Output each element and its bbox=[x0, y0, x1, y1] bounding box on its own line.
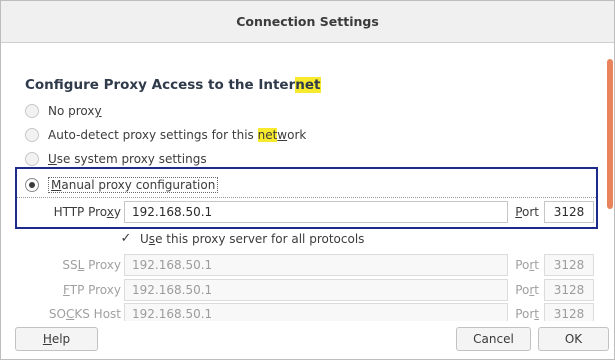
vertical-scrollbar[interactable] bbox=[607, 59, 613, 359]
socks-port-label: Port bbox=[509, 307, 539, 321]
checkbox-label: Use this proxy server for all protocols bbox=[140, 232, 364, 246]
radio-button-selected[interactable] bbox=[25, 178, 39, 192]
label-text: e this proxy server for all protocols bbox=[155, 232, 365, 246]
label-text: KS Host bbox=[74, 307, 121, 321]
scrollbar-thumb[interactable] bbox=[607, 59, 613, 209]
label-text: anual proxy configuration bbox=[61, 178, 216, 192]
label-text: TP Proxy bbox=[69, 283, 121, 297]
mnemonic: U bbox=[48, 152, 57, 166]
ok-button[interactable]: OK bbox=[538, 327, 609, 351]
mnemonic: P bbox=[515, 205, 523, 219]
radio-button[interactable] bbox=[25, 104, 39, 118]
section-title: Configure Proxy Access to the Internet bbox=[25, 77, 321, 93]
search-highlight: net bbox=[295, 77, 321, 93]
help-button[interactable]: Help bbox=[15, 327, 98, 351]
mnemonic: w bbox=[277, 128, 288, 142]
radio-button[interactable] bbox=[25, 152, 39, 166]
mnemonic: M bbox=[51, 178, 62, 192]
radio-label: Auto-detect proxy settings for this netw… bbox=[48, 128, 306, 142]
socks-host-label: SOCKS Host bbox=[41, 307, 121, 321]
label-text: Po bbox=[515, 258, 530, 272]
label-text: se system proxy settings bbox=[56, 152, 207, 166]
cancel-button[interactable]: Cancel bbox=[456, 327, 531, 351]
label-text: Auto-detect proxy settings for this bbox=[48, 128, 258, 142]
label-text: ork bbox=[287, 128, 307, 142]
http-port-input[interactable]: 3128 bbox=[544, 201, 594, 223]
ssl-proxy-label: SSL Proxy bbox=[41, 258, 121, 272]
label-text: t bbox=[534, 283, 539, 297]
search-highlight: net bbox=[257, 128, 278, 142]
label-text: ort bbox=[522, 205, 539, 219]
mnemonic: H bbox=[42, 332, 52, 346]
label-text: elp bbox=[51, 332, 71, 346]
radio-no-proxy[interactable]: No proxy bbox=[25, 101, 102, 121]
radio-label: No proxy bbox=[48, 104, 102, 118]
http-proxy-input[interactable]: 192.168.50.1 bbox=[124, 201, 508, 223]
ftp-port-label: Port bbox=[509, 283, 539, 297]
radio-auto-detect[interactable]: Auto-detect proxy settings for this netw… bbox=[25, 125, 306, 145]
socks-host-input[interactable]: 192.168.50.1 bbox=[124, 303, 508, 321]
radio-manual-proxy[interactable]: Manual proxy configuration bbox=[25, 175, 219, 195]
ssl-port-input[interactable]: 3128 bbox=[544, 254, 594, 276]
section-title-text: Configure Proxy Access to the Inter bbox=[25, 77, 296, 93]
radio-button[interactable] bbox=[25, 128, 39, 142]
label-text: HTTP Pro bbox=[53, 205, 107, 219]
radio-label: Manual proxy configuration bbox=[48, 177, 219, 193]
checkbox-checked-icon[interactable]: ✓ bbox=[119, 232, 133, 246]
label-text: Por bbox=[515, 307, 535, 321]
ssl-port-label: Port bbox=[509, 258, 539, 272]
connection-settings-dialog: Connection Settings Configure Proxy Acce… bbox=[0, 0, 615, 360]
label-text: No prox bbox=[48, 104, 95, 118]
label-text: t bbox=[534, 258, 539, 272]
mnemonic: x bbox=[106, 205, 114, 219]
label-text: SO bbox=[48, 307, 66, 321]
radio-label: Use system proxy settings bbox=[48, 152, 207, 166]
http-proxy-label: HTTP Proxy bbox=[41, 205, 121, 219]
ftp-proxy-input[interactable]: 192.168.50.1 bbox=[124, 279, 508, 301]
label-text: U bbox=[140, 232, 149, 246]
radio-system-proxy[interactable]: Use system proxy settings bbox=[25, 149, 207, 169]
mnemonic: y bbox=[94, 104, 102, 118]
ftp-port-input[interactable]: 3128 bbox=[544, 279, 594, 301]
mnemonic: F bbox=[63, 283, 70, 297]
socks-port-input[interactable]: 3128 bbox=[544, 303, 594, 321]
label-text: SS bbox=[62, 258, 78, 272]
mnemonic: t bbox=[534, 307, 539, 321]
label-text: y bbox=[113, 205, 121, 219]
dialog-title: Connection Settings bbox=[1, 1, 614, 43]
ssl-proxy-input[interactable]: 192.168.50.1 bbox=[124, 254, 508, 276]
label-text: Po bbox=[515, 283, 530, 297]
separator bbox=[17, 197, 596, 198]
http-port-label: Port bbox=[509, 205, 539, 219]
ftp-proxy-label: FTP Proxy bbox=[41, 283, 121, 297]
use-for-all-protocols-checkbox-row[interactable]: ✓ Use this proxy server for all protocol… bbox=[119, 229, 365, 249]
label-text: Proxy bbox=[84, 258, 121, 272]
